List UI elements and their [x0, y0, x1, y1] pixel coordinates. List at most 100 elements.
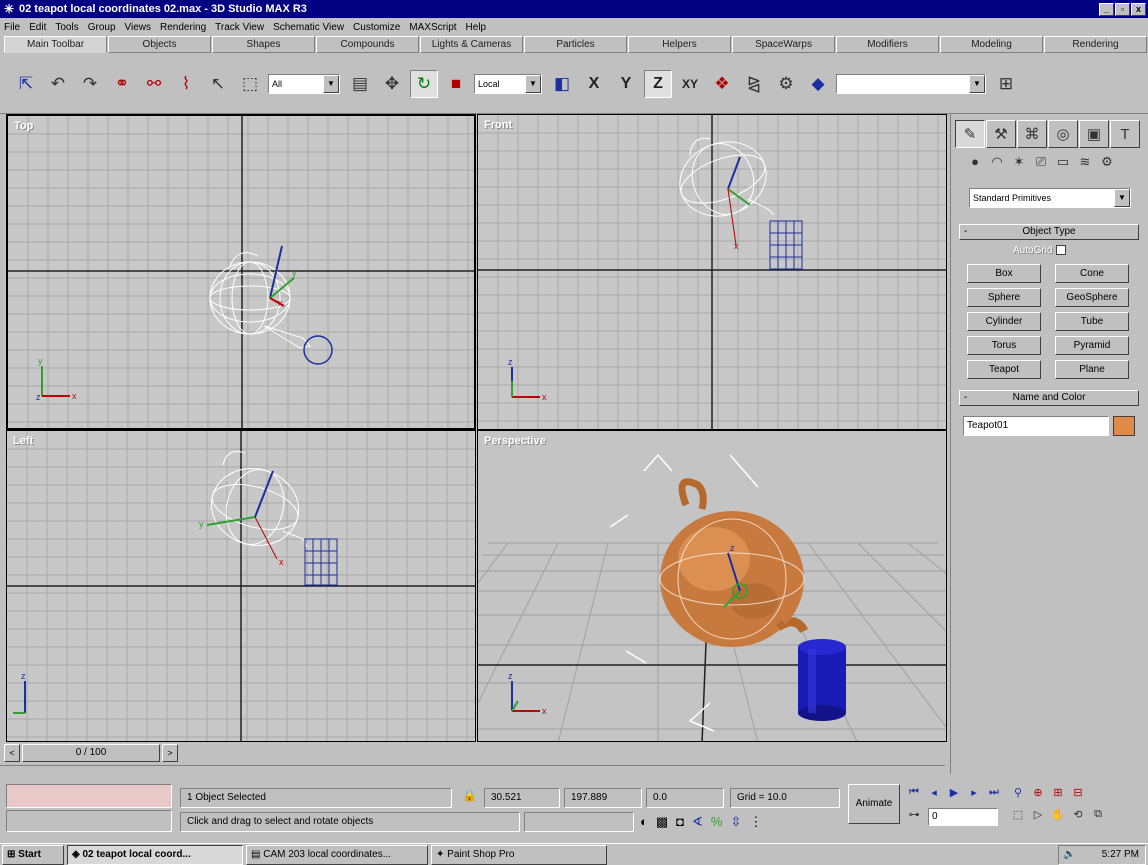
align-icon[interactable]: ◆ — [804, 70, 832, 98]
lock-selection-icon[interactable]: 🔒 — [462, 788, 477, 802]
menu-tools[interactable]: Tools — [55, 22, 78, 33]
field-of-view-icon[interactable]: ▷ — [1030, 808, 1046, 821]
arc-rotate-icon[interactable]: ⟲ — [1070, 808, 1086, 821]
tab-spacewarps[interactable]: SpaceWarps — [732, 36, 835, 53]
restrict-y-button[interactable]: Y — [612, 70, 640, 98]
menu-edit[interactable]: Edit — [29, 22, 46, 33]
link-icon[interactable]: ⚭ — [108, 70, 136, 98]
start-button[interactable]: ⊞ Start — [2, 844, 64, 865]
time-prev-button[interactable]: < — [4, 744, 20, 762]
menu-views[interactable]: Views — [125, 22, 152, 33]
bind-spacewarp-icon[interactable]: ⌇ — [172, 70, 200, 98]
menu-schematic-view[interactable]: Schematic View — [273, 22, 344, 33]
torus-button[interactable]: Torus — [967, 336, 1041, 355]
restrict-xy-button[interactable]: XY — [676, 70, 704, 98]
box-button[interactable]: Box — [967, 264, 1041, 283]
autogrid-checkbox[interactable]: AutoGrid — [1013, 245, 1067, 256]
cylinder-button[interactable]: Cylinder — [967, 312, 1041, 331]
array-icon[interactable]: ⚙ — [772, 70, 800, 98]
unlink-icon[interactable]: ⚯ — [140, 70, 168, 98]
shapes-icon[interactable]: ◠ — [989, 154, 1005, 170]
undo-icon[interactable]: ↶ — [44, 70, 72, 98]
primitive-category-dropdown[interactable]: Standard Primitives ▼ — [969, 188, 1131, 208]
region-select-icon[interactable]: ⬚ — [236, 70, 264, 98]
close-button[interactable]: x — [1131, 2, 1146, 16]
mirror-icon[interactable]: ⧎ — [740, 70, 768, 98]
min-max-toggle-icon[interactable]: ⧉ — [1090, 808, 1106, 821]
track-view-icon[interactable]: ⊞ — [992, 70, 1020, 98]
pan-icon[interactable]: ✋ — [1050, 808, 1066, 821]
object-name-field[interactable]: Teapot01 — [963, 416, 1109, 436]
pyramid-button[interactable]: Pyramid — [1055, 336, 1129, 355]
degrade-override-icon[interactable]: ◐ — [640, 814, 648, 830]
chevron-down-icon[interactable]: ▼ — [1114, 189, 1130, 207]
tab-main-toolbar[interactable]: Main Toolbar — [4, 36, 107, 53]
menu-customize[interactable]: Customize — [353, 22, 400, 33]
chevron-down-icon[interactable]: ▼ — [525, 74, 541, 93]
modify-tab-icon[interactable]: ⚒ — [986, 120, 1016, 148]
selection-filter-dropdown[interactable]: All ▼ — [268, 73, 340, 94]
tab-shapes[interactable]: Shapes — [212, 36, 315, 53]
select-rotate-icon[interactable]: ↻ — [410, 69, 438, 98]
viewport-left[interactable]: x y z Left — [6, 430, 476, 742]
volume-icon[interactable]: 🔈 — [1063, 846, 1075, 864]
cone-button[interactable]: Cone — [1055, 264, 1129, 283]
go-to-start-icon[interactable]: ⏮ — [906, 786, 922, 799]
lights-icon[interactable]: ✶ — [1011, 154, 1027, 170]
previous-frame-icon[interactable]: ◂ — [926, 786, 942, 799]
reference-coordinate-dropdown[interactable]: Local ▼ — [474, 73, 542, 94]
cameras-icon[interactable]: ⎚ — [1033, 154, 1049, 170]
spacewarps-icon[interactable]: ≋ — [1077, 154, 1093, 170]
viewport-label-left[interactable]: Left — [13, 435, 33, 447]
geometry-icon[interactable]: ● — [967, 154, 983, 170]
plane-button[interactable]: Plane — [1055, 360, 1129, 379]
inverse-kinematics-icon[interactable]: ❖ — [708, 70, 736, 98]
tab-rendering[interactable]: Rendering — [1044, 36, 1147, 53]
menu-help[interactable]: Help — [466, 22, 487, 33]
restrict-z-button[interactable]: Z — [644, 69, 672, 98]
help-pointer-icon[interactable]: ⇱ — [12, 70, 40, 98]
viewport-perspective[interactable]: z z x Perspective — [477, 430, 947, 742]
zoom-extents-icon[interactable]: ⊞ — [1050, 786, 1066, 799]
menu-file[interactable]: File — [4, 22, 20, 33]
hierarchy-tab-icon[interactable]: ⌘ — [1017, 120, 1047, 148]
play-icon[interactable]: ▶ — [946, 786, 962, 799]
sphere-button[interactable]: Sphere — [967, 288, 1041, 307]
tab-lights-cameras[interactable]: Lights & Cameras — [420, 36, 523, 53]
pivot-center-icon[interactable]: ◧ — [548, 70, 576, 98]
next-frame-icon[interactable]: ▸ — [966, 786, 982, 799]
geosphere-button[interactable]: GeoSphere — [1055, 288, 1129, 307]
taskbar-item-psp[interactable]: ✦ Paint Shop Pro — [431, 844, 607, 865]
snap-toggle-icon[interactable]: ◘ — [676, 814, 684, 830]
tab-modeling[interactable]: Modeling — [940, 36, 1043, 53]
tab-helpers[interactable]: Helpers — [628, 36, 731, 53]
go-to-end-icon[interactable]: ⏭ — [986, 786, 1002, 799]
object-color-swatch[interactable] — [1113, 416, 1135, 436]
maximize-button[interactable]: ▫ — [1115, 2, 1130, 16]
angle-snap-icon[interactable]: ∢ — [692, 814, 703, 830]
time-slider[interactable]: 0 / 100 — [22, 744, 160, 762]
percent-snap-icon[interactable]: % — [711, 814, 723, 830]
redo-icon[interactable]: ↷ — [76, 70, 104, 98]
current-frame-field[interactable]: 0 — [928, 808, 998, 826]
display-tab-icon[interactable]: ▣ — [1079, 120, 1109, 148]
taskbar-item-word[interactable]: ▤ CAM 203 local coordinates... — [246, 844, 428, 865]
object-type-rollout-header[interactable]: - Object Type — [959, 224, 1139, 240]
window-crossing-icon[interactable]: ▩ — [656, 814, 668, 830]
chevron-down-icon[interactable]: ▼ — [969, 74, 985, 93]
helpers-icon[interactable]: ▭ — [1055, 154, 1071, 170]
zoom-icon[interactable]: ⚲ — [1010, 786, 1026, 799]
select-scale-icon[interactable]: ■ — [442, 70, 470, 98]
maxscript-output[interactable] — [6, 810, 172, 832]
name-color-rollout-header[interactable]: - Name and Color — [959, 390, 1139, 406]
tab-modifiers[interactable]: Modifiers — [836, 36, 939, 53]
tab-compounds[interactable]: Compounds — [316, 36, 419, 53]
tube-button[interactable]: Tube — [1055, 312, 1129, 331]
select-move-icon[interactable]: ✥ — [378, 70, 406, 98]
maxscript-listener-mini[interactable] — [6, 784, 172, 808]
teapot-button[interactable]: Teapot — [967, 360, 1041, 379]
menu-track-view[interactable]: Track View — [215, 22, 264, 33]
spinner-snap-icon[interactable]: ⇳ — [730, 814, 741, 830]
named-selection-sets-dropdown[interactable]: ▼ — [836, 73, 986, 94]
viewport-label-top[interactable]: Top — [14, 120, 33, 132]
